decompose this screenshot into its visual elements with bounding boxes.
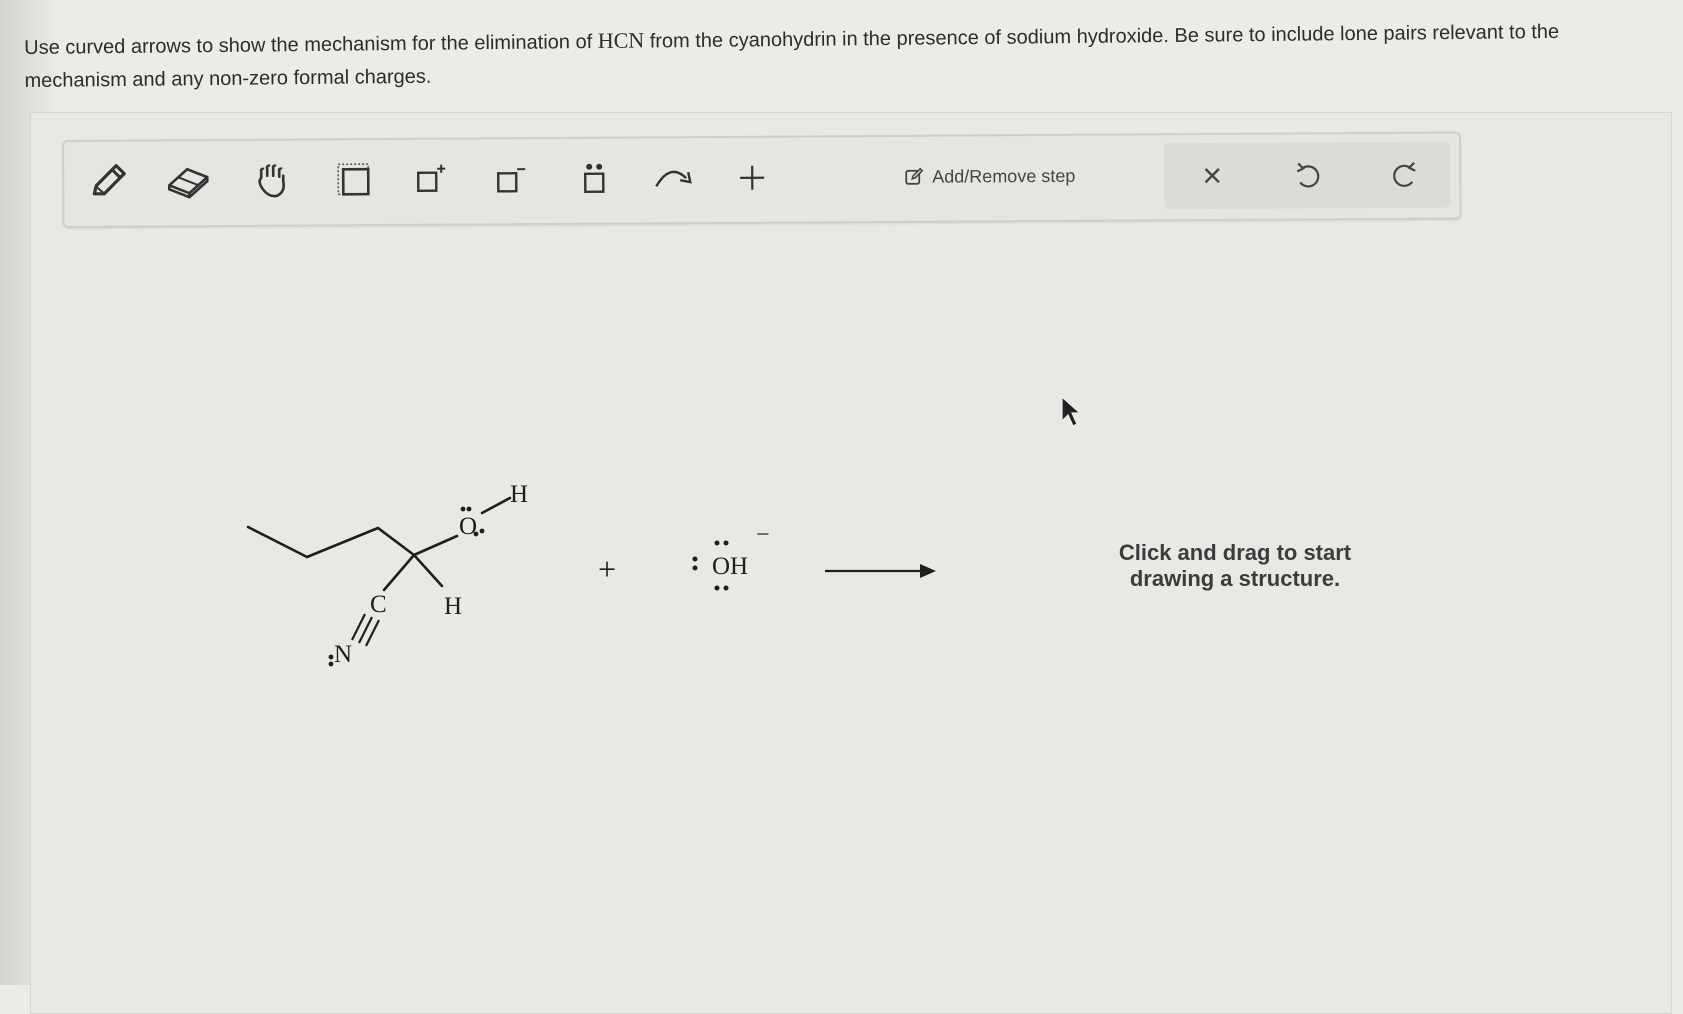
plus-icon [734, 160, 770, 196]
edit-icon [904, 167, 924, 187]
positive-charge-icon [412, 160, 452, 200]
undo-button[interactable] [1280, 149, 1336, 201]
add-remove-step-label: Add/Remove step [932, 165, 1075, 187]
lone-pair-icon [574, 159, 614, 199]
drawing-canvas[interactable] [62, 240, 1622, 980]
curved-arrow-icon [650, 158, 698, 198]
hand-icon [251, 160, 293, 202]
eraser-icon [165, 161, 211, 201]
negative-charge-icon [492, 159, 532, 199]
redo-icon [1387, 158, 1421, 192]
negative-charge-tool-button[interactable] [484, 153, 540, 205]
pencil-tool-button[interactable] [80, 156, 136, 208]
question-part1: Use curved arrows to show the mechanism … [24, 31, 598, 59]
plus-tool-button[interactable] [724, 152, 780, 204]
redo-button[interactable] [1376, 149, 1432, 201]
curved-arrow-tool-button[interactable] [646, 152, 702, 204]
select-tool-button[interactable] [326, 154, 382, 206]
canvas-hint-line1: Click and drag to start [1080, 540, 1390, 566]
lone-pair-tool-button[interactable] [566, 153, 622, 205]
clear-button[interactable]: × [1184, 150, 1240, 202]
pencil-icon [86, 160, 130, 204]
positive-charge-tool-button[interactable] [404, 154, 460, 206]
question-text: Use curved arrows to show the mechanism … [24, 13, 1665, 98]
selection-box-icon [334, 160, 374, 200]
canvas-hint: Click and drag to start drawing a struct… [1080, 540, 1390, 592]
question-hcn: HCN [598, 28, 645, 53]
drawing-toolbar: Add/Remove step × [62, 131, 1462, 228]
add-remove-step-button[interactable]: Add/Remove step [904, 158, 1075, 195]
eraser-tool-button[interactable] [160, 155, 216, 207]
history-controls: × [1164, 142, 1450, 210]
close-icon: × [1202, 159, 1222, 193]
mouse-cursor-icon [1060, 395, 1084, 429]
undo-icon [1291, 158, 1325, 192]
canvas-hint-line2: drawing a structure. [1080, 566, 1390, 592]
hand-tool-button[interactable] [244, 155, 300, 207]
